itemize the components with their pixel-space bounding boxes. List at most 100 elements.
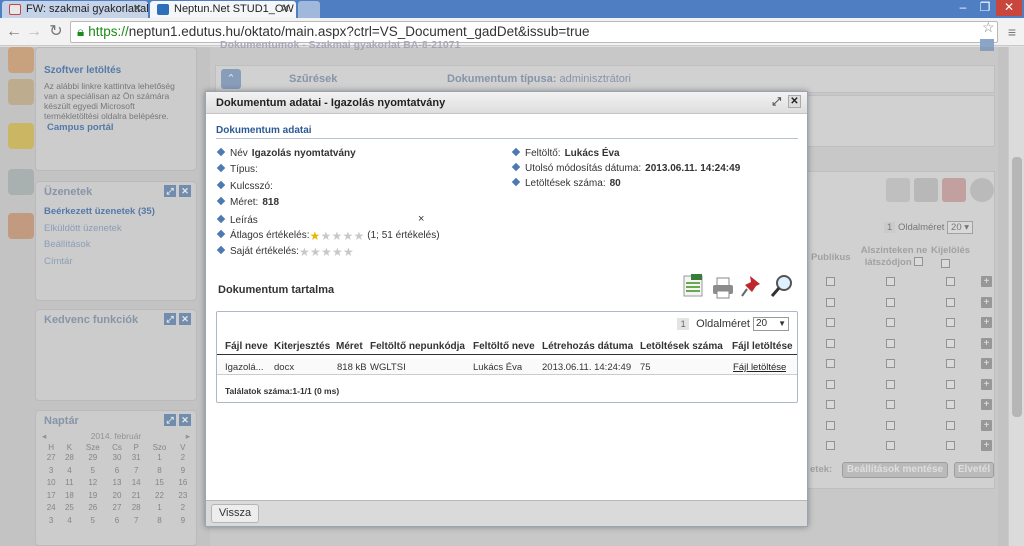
content-title: Dokumentum tartalma: [218, 284, 335, 296]
cell-uploader-code: WGLTSI: [370, 362, 406, 373]
tab-label: Neptun.Net STUD1_OW: [174, 3, 294, 15]
star-icon[interactable]: ★: [332, 246, 343, 258]
star-icon[interactable]: ★: [299, 246, 310, 258]
star-icon: ★: [320, 229, 332, 243]
cell-created: 2013.06.11. 14:24:49: [542, 362, 632, 373]
minimize-icon[interactable]: –: [952, 0, 974, 16]
field-label: Típus:: [230, 164, 258, 175]
col-download[interactable]: Fájl letöltése: [732, 341, 793, 352]
star-icon[interactable]: ★: [310, 246, 321, 258]
clear-rating-icon[interactable]: ×: [418, 213, 424, 225]
close-tab-icon[interactable]: ✕: [133, 2, 142, 15]
results-count: Találatok száma:1-1/1 (0 ms): [225, 386, 340, 396]
rating-stars: ★★★★★: [309, 229, 365, 243]
field-label: Leírás: [230, 215, 258, 226]
page-size-select[interactable]: 20 ▼: [753, 317, 789, 331]
field-modified: Utolsó módosítás dátuma: 2013.06.11. 14:2…: [511, 162, 741, 174]
field-value: 80: [609, 178, 621, 189]
tab-label: FW: szakmai gyakorlattal k: [26, 3, 148, 15]
popout-icon[interactable]: ⤢: [772, 96, 781, 109]
browser-toolbar: ← → ↻ 🔒︎ https://neptun1.edutus.hu/oktato…: [0, 18, 1024, 46]
file-table: 1 Oldalméret 20 ▼ Fájl neve Kiterjesztés …: [216, 311, 798, 403]
download-file-link[interactable]: Fájl letöltése: [733, 362, 786, 373]
page-number[interactable]: 1: [677, 317, 690, 330]
forward-arrow-icon[interactable]: →: [24, 22, 44, 42]
field-average-rating: Átlagos értékelés:★★★★★ (1; 51 értékelés…: [216, 229, 440, 243]
browser-tab-mail[interactable]: FW: szakmai gyakorlattal k ✕: [2, 1, 148, 18]
field-size: Méret: 818: [216, 196, 280, 208]
cell-size: 818 kB: [337, 362, 367, 373]
field-label: Letöltések száma:: [525, 178, 606, 189]
field-label: Saját értékelés:: [230, 246, 299, 257]
field-own-rating: Saját értékelés:★★★★★: [216, 245, 354, 259]
dialog-footer: Vissza: [206, 500, 807, 526]
chevron-down-icon: ▼: [778, 319, 786, 328]
col-uploader-code[interactable]: Feltöltő nepunkódja: [370, 341, 465, 352]
field-label: Utolsó módosítás dátuma:: [525, 163, 642, 174]
bullet-icon: [216, 245, 226, 255]
cell-extension: docx: [274, 362, 295, 373]
maximize-icon[interactable]: ❐: [974, 0, 996, 16]
bullet-icon: [511, 177, 521, 187]
back-arrow-icon[interactable]: ←: [4, 22, 24, 42]
cell-downloads: 75: [640, 362, 651, 373]
star-icon[interactable]: ★: [321, 246, 332, 258]
bullet-icon: [511, 162, 521, 172]
dialog-title: Dokumentum adatai - Igazolás nyomtatvány: [216, 97, 446, 109]
url-text: neptun1.edutus.hu/oktato/main.aspx?ctrl=…: [128, 24, 590, 39]
field-label: Feltöltő:: [525, 148, 561, 159]
bullet-icon: [216, 214, 226, 224]
table-row[interactable]: Igazolá... docx 818 kB WGLTSI Lukács Éva…: [217, 359, 797, 375]
excel-export-icon[interactable]: [682, 274, 704, 298]
field-downloads: Letöltések száma: 80: [511, 177, 621, 189]
reload-icon[interactable]: ↻: [46, 22, 66, 42]
bullet-icon: [216, 229, 226, 239]
field-label: Átlagos értékelés:: [230, 230, 310, 241]
bullet-icon: [216, 180, 226, 190]
star-icon: ★: [353, 229, 365, 243]
col-extension[interactable]: Kiterjesztés: [274, 341, 330, 352]
print-icon[interactable]: [712, 276, 734, 300]
search-icon[interactable]: [771, 274, 793, 298]
lock-icon: 🔒︎: [77, 24, 85, 39]
col-uploader-name[interactable]: Feltöltő neve: [473, 341, 535, 352]
rating-count: (1; 51 értékelés): [367, 230, 440, 241]
pin-icon[interactable]: [741, 274, 763, 298]
field-keyword: Kulcsszó:: [216, 180, 277, 192]
browser-tab-bar: FW: szakmai gyakorlattal k ✕ Neptun.Net …: [0, 0, 1024, 18]
document-details-dialog: Dokumentum adatai - Igazolás nyomtatvány…: [205, 91, 808, 527]
bullet-icon: [511, 147, 521, 157]
back-button[interactable]: Vissza: [211, 504, 259, 523]
own-rating-stars[interactable]: ★★★★★: [299, 246, 354, 259]
col-size[interactable]: Méret: [336, 341, 363, 352]
close-window-icon[interactable]: ✕: [996, 0, 1022, 16]
col-downloads[interactable]: Letöltések száma: [640, 341, 723, 352]
menu-icon[interactable]: ≡: [1002, 22, 1022, 42]
star-icon: ★: [342, 229, 354, 243]
col-created[interactable]: Létrehozás dátuma: [542, 341, 633, 352]
field-description: Leírás: [216, 214, 262, 226]
close-tab-icon[interactable]: ✕: [281, 2, 290, 15]
neptun-icon: [157, 4, 169, 15]
table-header: Fájl neve Kiterjesztés Méret Feltöltő ne…: [217, 341, 797, 355]
star-icon: ★: [309, 229, 321, 243]
bullet-icon: [216, 147, 226, 157]
page-size-label: Oldalméret: [696, 317, 750, 330]
field-uploader: Feltöltő: Lukács Éva: [511, 147, 620, 159]
field-name: Név Igazolás nyomtatvány: [216, 147, 356, 159]
bookmark-star-icon[interactable]: ☆: [982, 20, 995, 34]
col-file-name[interactable]: Fájl neve: [225, 341, 268, 352]
field-value: 818: [262, 197, 280, 208]
star-icon[interactable]: ★: [343, 246, 354, 258]
browser-tab-neptun[interactable]: Neptun.Net STUD1_OW ✕: [150, 1, 296, 18]
field-value: Igazolás nyomtatvány: [251, 148, 356, 159]
dialog-header: Dokumentum adatai - Igazolás nyomtatvány…: [206, 92, 807, 114]
cell-uploader-name: Lukács Éva: [473, 362, 523, 373]
field-value: 2013.06.11. 14:24:49: [645, 163, 741, 174]
new-tab-button[interactable]: [298, 1, 320, 18]
gmail-icon: [9, 4, 21, 15]
star-icon: ★: [331, 229, 343, 243]
address-bar[interactable]: 🔒︎ https://neptun1.edutus.hu/oktato/main.…: [70, 20, 998, 43]
close-dialog-icon[interactable]: ✕: [788, 95, 801, 108]
field-label: Méret:: [230, 197, 259, 208]
